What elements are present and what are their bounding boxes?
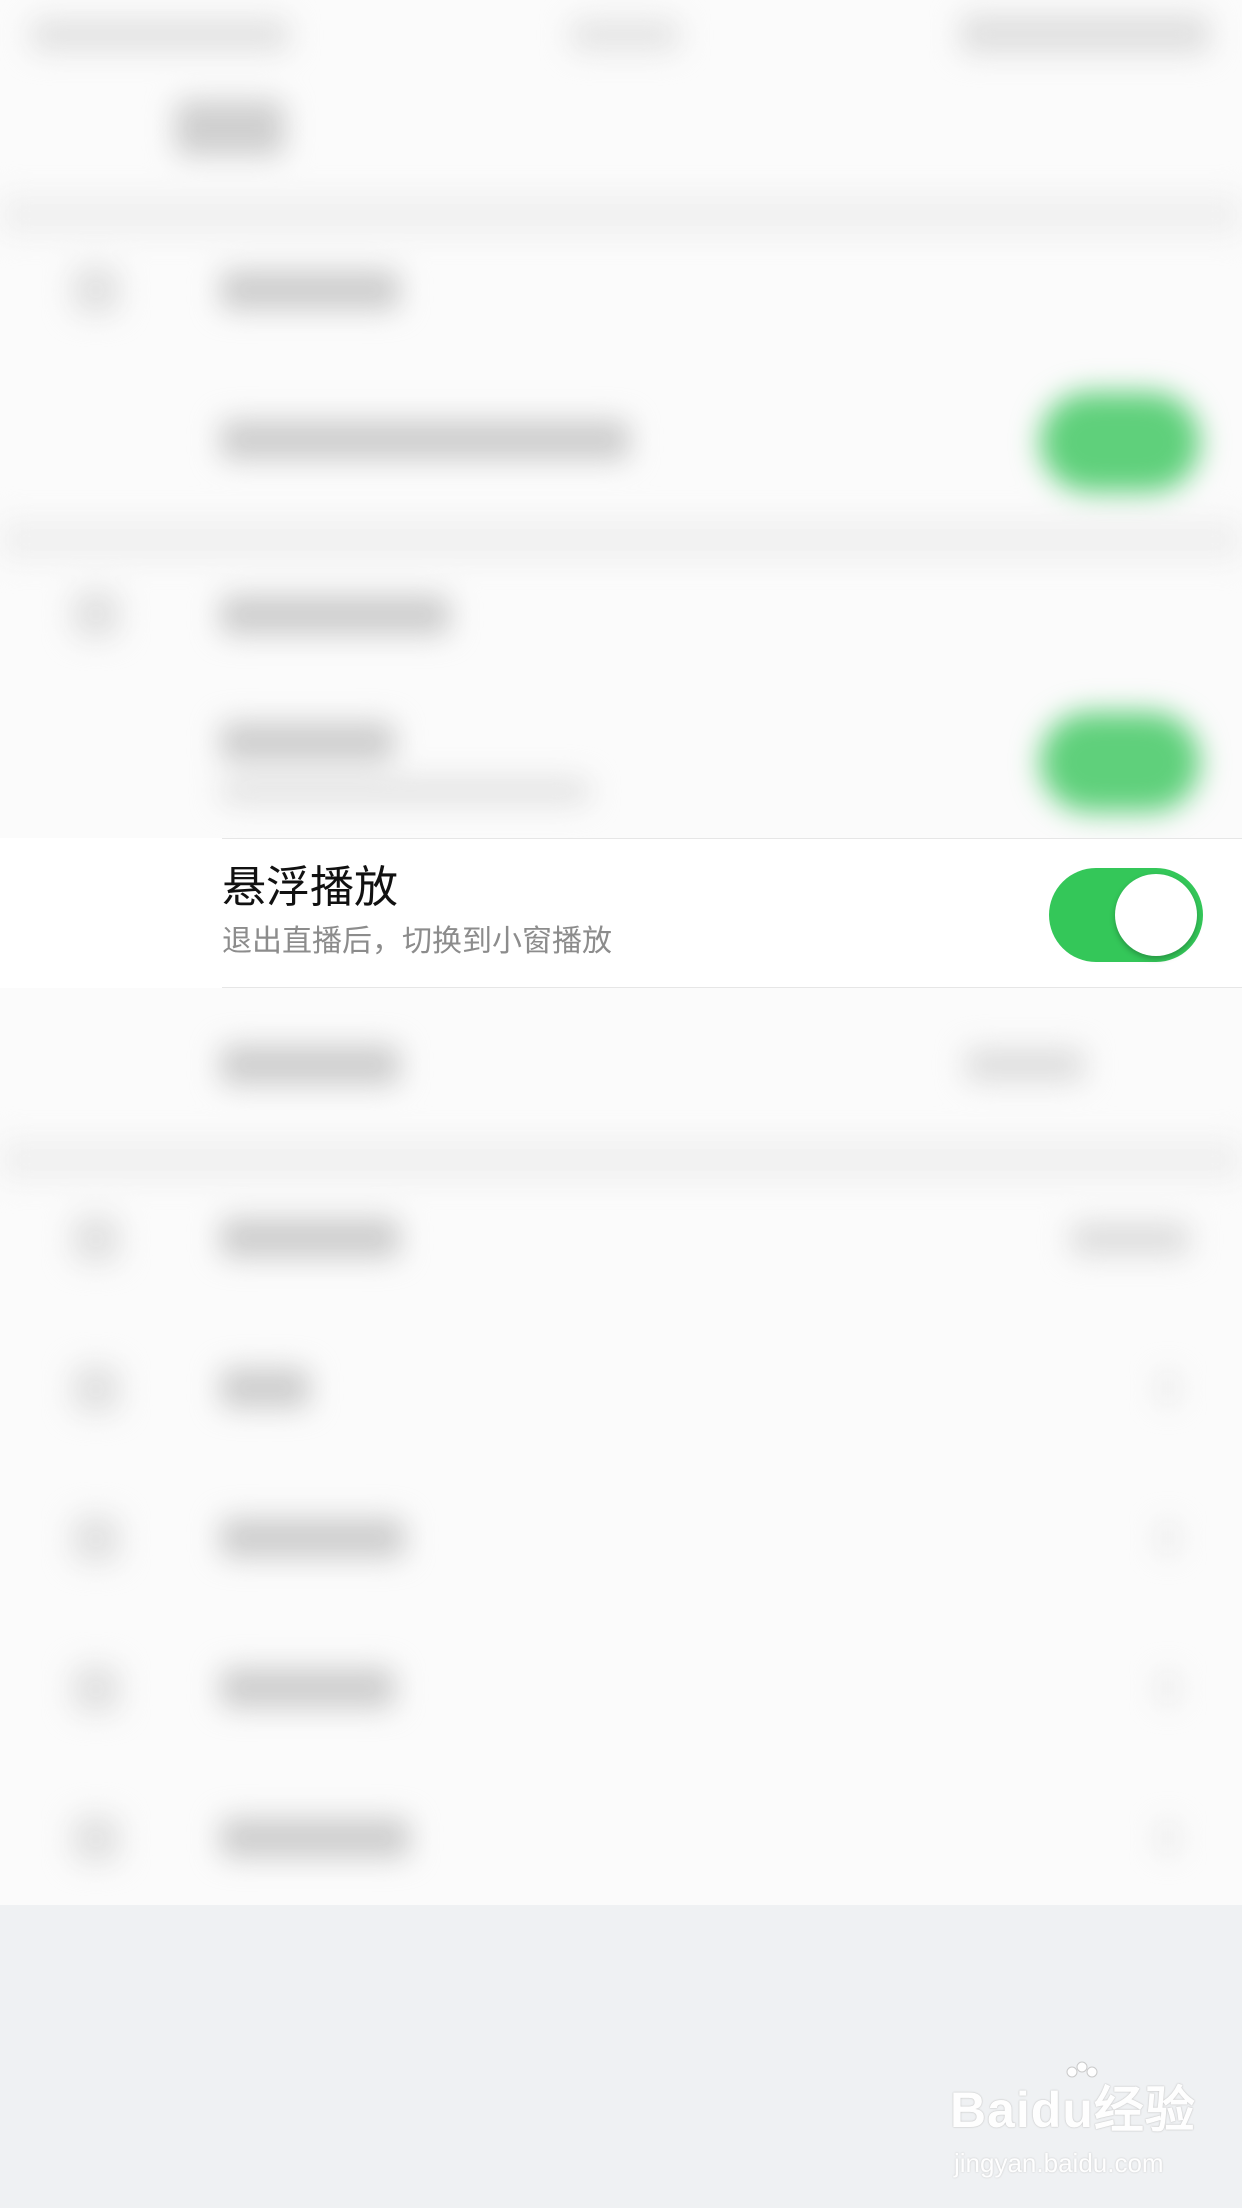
group-gap [0, 195, 1242, 235]
setting-title: 悬浮播放 [222, 862, 398, 913]
row-chevron [1160, 1673, 1176, 1703]
blurred-settings-background [0, 0, 1242, 2208]
row-text [220, 1668, 395, 1708]
row-icon [72, 1365, 120, 1413]
floating-playback-setting-row: 悬浮播放 退出直播后，切换到小窗播放 [0, 838, 1242, 988]
toggle-knob [1115, 874, 1197, 956]
group-gap [0, 1140, 1242, 1180]
blurred-toggle [1040, 712, 1200, 812]
floating-playback-toggle[interactable] [1049, 868, 1203, 962]
status-bar-time [570, 18, 680, 52]
blurred-toggle [1040, 392, 1200, 492]
row-text [220, 1818, 410, 1858]
row-text [220, 270, 400, 310]
baidu-jingyan-watermark: Baidu经验 jingyan.baidu.com [950, 2061, 1200, 2185]
row-text [220, 420, 630, 460]
row-icon [72, 1815, 120, 1863]
status-bar-right [960, 14, 1210, 54]
row-chevron [1160, 1523, 1176, 1553]
row-chevron [1160, 1373, 1176, 1403]
row-icon [72, 1515, 120, 1563]
watermark-url: jingyan.baidu.com [954, 2148, 1164, 2178]
row-value [965, 1048, 1085, 1082]
nav-title-blurred [175, 100, 285, 156]
group-gap [0, 520, 1242, 560]
row-text [220, 1045, 400, 1085]
row-text [220, 1368, 310, 1408]
row-value [1070, 1222, 1190, 1256]
row-divider-bottom [222, 987, 1242, 988]
status-bar-left [30, 18, 290, 52]
setting-subtitle: 退出直播后，切换到小窗播放 [222, 924, 612, 959]
row-text [220, 1218, 400, 1258]
row-icon [72, 266, 120, 314]
row-text [220, 722, 395, 762]
row-text [220, 1518, 405, 1558]
paw-icon [1066, 2061, 1098, 2078]
row-chevron [1160, 1823, 1176, 1853]
row-icon [72, 1665, 120, 1713]
row-icon [72, 1215, 120, 1263]
row-divider-top [222, 838, 1242, 839]
row-subtext [220, 778, 590, 804]
row-text [220, 595, 450, 635]
row-icon [72, 590, 120, 638]
